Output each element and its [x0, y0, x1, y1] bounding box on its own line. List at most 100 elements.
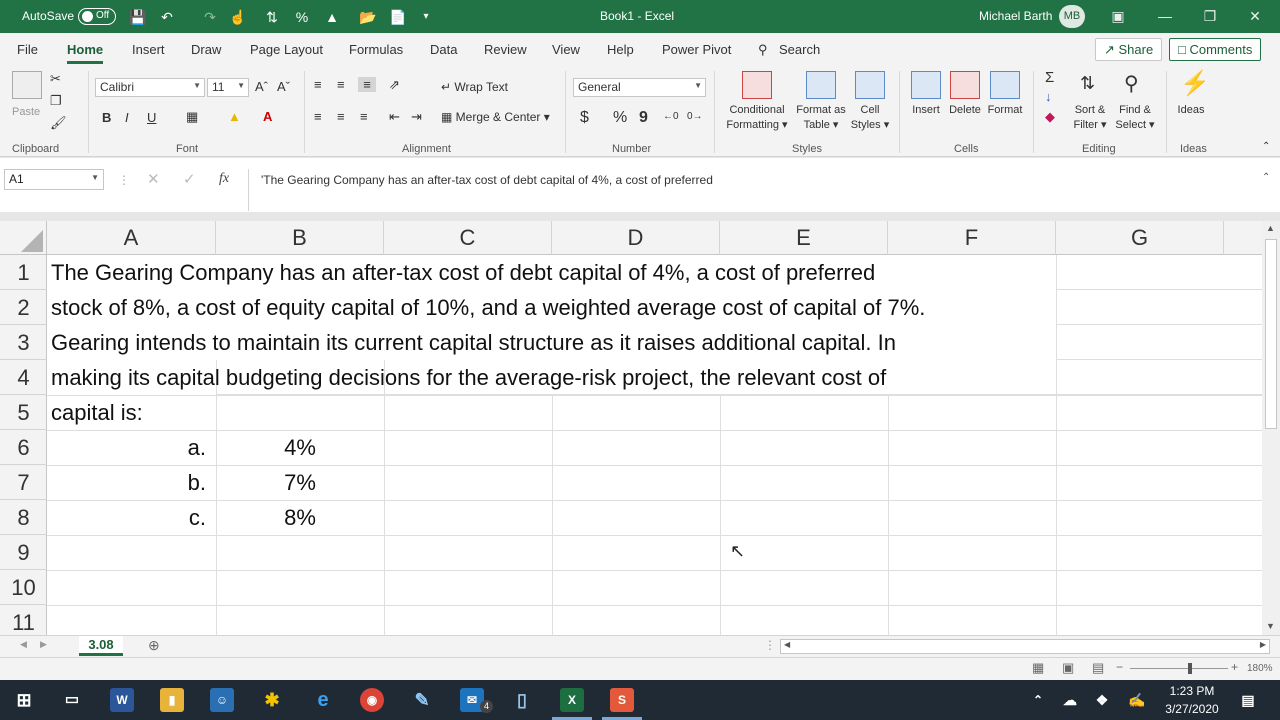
- align-top-icon[interactable]: ≡: [314, 77, 322, 92]
- scroll-left-icon[interactable]: ◀: [784, 640, 790, 649]
- sort-filter-icon[interactable]: ⇅: [1080, 73, 1095, 94]
- tab-home[interactable]: Home: [67, 42, 104, 64]
- file-explorer-icon[interactable]: ▮: [160, 688, 184, 712]
- align-middle-icon[interactable]: ≡: [337, 77, 345, 92]
- insert-function-button[interactable]: fx: [219, 171, 229, 187]
- restore-icon[interactable]: ❐: [1198, 5, 1222, 27]
- cell-a4[interactable]: making its capital budgeting decisions f…: [51, 360, 886, 395]
- zoom-in-icon[interactable]: +: [1231, 660, 1238, 674]
- page-layout-view-icon[interactable]: ▣: [1062, 660, 1074, 676]
- vertical-scrollbar[interactable]: ▲ ▼: [1262, 221, 1280, 635]
- align-right-icon[interactable]: ≡: [360, 109, 368, 124]
- vertical-scroll-thumb[interactable]: [1265, 239, 1277, 429]
- row-header-11[interactable]: 11: [0, 605, 47, 635]
- expand-formula-icon[interactable]: ⌃: [1262, 172, 1270, 183]
- wrap-text-button[interactable]: ↵ Wrap Text: [441, 80, 508, 94]
- fill-color-icon[interactable]: ▲: [322, 7, 342, 27]
- cell-b6[interactable]: 4%: [216, 430, 384, 465]
- cell-a2[interactable]: stock of 8%, a cost of equity capital of…: [51, 290, 925, 325]
- confirm-entry-icon[interactable]: ✓: [183, 170, 196, 188]
- format-cells-button[interactable]: Format: [983, 103, 1027, 118]
- minimize-icon[interactable]: —: [1153, 5, 1177, 27]
- row-header-3[interactable]: 3: [0, 325, 47, 360]
- cell-a8[interactable]: c.: [47, 500, 206, 535]
- cell-styles-icon[interactable]: [855, 71, 885, 99]
- row-header-5[interactable]: 5: [0, 395, 47, 430]
- align-center-icon[interactable]: ≡: [337, 109, 345, 124]
- column-header-f[interactable]: F: [888, 221, 1056, 255]
- notes-icon[interactable]: ▯: [510, 688, 534, 712]
- format-as-table-icon[interactable]: [806, 71, 836, 99]
- column-header-e[interactable]: E: [720, 221, 888, 255]
- touch-mode-icon[interactable]: ☝: [228, 7, 248, 27]
- increase-decimal-icon[interactable]: ←0: [663, 111, 679, 122]
- cell-b7[interactable]: 7%: [216, 465, 384, 500]
- row-header-6[interactable]: 6: [0, 430, 47, 465]
- autosave-toggle[interactable]: Off: [78, 8, 116, 25]
- insert-cells-icon[interactable]: [911, 71, 941, 99]
- column-header-b[interactable]: B: [216, 221, 384, 255]
- sticky-app-icon[interactable]: ✱: [260, 688, 284, 712]
- name-box[interactable]: A1 ▼: [4, 169, 104, 190]
- redo-icon[interactable]: ↷: [200, 7, 220, 27]
- zoom-out-icon[interactable]: −: [1116, 660, 1123, 674]
- insert-cells-button[interactable]: Insert: [906, 103, 946, 118]
- scroll-up-icon[interactable]: ▲: [1266, 223, 1275, 233]
- tab-power-pivot[interactable]: Power Pivot: [662, 42, 731, 57]
- delete-cells-button[interactable]: Delete: [945, 103, 985, 118]
- cut-icon[interactable]: ✂: [50, 71, 61, 87]
- tab-insert[interactable]: Insert: [132, 42, 165, 57]
- tab-help[interactable]: Help: [607, 42, 634, 57]
- paint-icon[interactable]: ✎: [410, 688, 434, 712]
- orientation-icon[interactable]: ⇗: [389, 77, 400, 93]
- outlook-people-icon[interactable]: ☺: [210, 688, 234, 712]
- cell-a6[interactable]: a.: [47, 430, 206, 465]
- excel-icon[interactable]: X: [560, 688, 584, 712]
- tab-file[interactable]: File: [17, 42, 38, 57]
- tab-page-layout[interactable]: Page Layout: [250, 42, 323, 57]
- show-hidden-icons[interactable]: ⌃: [1026, 688, 1050, 712]
- conditional-formatting-icon[interactable]: [742, 71, 772, 99]
- print-preview-icon[interactable]: 📄: [388, 7, 408, 27]
- ribbon-display-icon[interactable]: ▣: [1106, 5, 1130, 27]
- sort-icon[interactable]: ⇅: [262, 7, 282, 27]
- open-folder-icon[interactable]: 📂: [358, 7, 378, 27]
- onedrive-icon[interactable]: ☁: [1058, 688, 1082, 712]
- column-header-c[interactable]: C: [384, 221, 552, 255]
- increase-indent-icon[interactable]: ⇥: [411, 109, 422, 125]
- number-format-combo[interactable]: General ▼: [573, 78, 706, 97]
- format-as-table-button[interactable]: Format as Table ▾: [792, 103, 850, 133]
- comments-button[interactable]: □ Comments: [1169, 38, 1262, 61]
- add-sheet-icon[interactable]: ⊕: [148, 637, 160, 654]
- font-size-combo[interactable]: 11 ▼: [207, 78, 249, 97]
- merge-center-button[interactable]: ▦ Merge & Center ▾: [441, 110, 550, 124]
- ideas-button[interactable]: Ideas: [1174, 103, 1208, 118]
- font-name-combo[interactable]: Calibri ▼: [95, 78, 205, 97]
- fill-color-icon[interactable]: ▲: [228, 109, 241, 124]
- collapse-ribbon-icon[interactable]: ⌃: [1262, 141, 1270, 152]
- tab-review[interactable]: Review: [484, 42, 527, 57]
- worksheet-grid[interactable]: A B C D E F G 1 2 3 4 5 6 7 8 9 10 11 Th…: [0, 221, 1262, 635]
- tab-data[interactable]: Data: [430, 42, 457, 57]
- page-break-view-icon[interactable]: ▤: [1092, 660, 1104, 676]
- cancel-entry-icon[interactable]: ✕: [147, 170, 160, 188]
- conditional-formatting-button[interactable]: Conditional Formatting ▾: [725, 103, 789, 133]
- close-icon[interactable]: ✕: [1243, 5, 1267, 27]
- column-header-d[interactable]: D: [552, 221, 720, 255]
- row-header-2[interactable]: 2: [0, 290, 47, 325]
- save-icon[interactable]: 💾: [128, 7, 148, 27]
- sheet-tab-3-08[interactable]: 3.08: [79, 636, 123, 656]
- clear-icon[interactable]: ◆: [1045, 109, 1055, 125]
- comma-button[interactable]: 9: [639, 109, 648, 127]
- underline-button[interactable]: U: [147, 110, 156, 125]
- edge-icon[interactable]: e: [311, 688, 335, 712]
- grow-font-icon[interactable]: Aˆ: [255, 79, 268, 94]
- next-sheet-icon[interactable]: ▶: [40, 639, 47, 650]
- font-color-icon[interactable]: A: [263, 109, 272, 124]
- percent-icon[interactable]: %: [292, 7, 312, 27]
- shrink-font-icon[interactable]: Aˇ: [277, 79, 290, 94]
- scroll-down-icon[interactable]: ▼: [1266, 621, 1275, 631]
- decrease-indent-icon[interactable]: ⇤: [389, 109, 400, 125]
- paste-label[interactable]: Paste: [12, 105, 40, 120]
- row-header-10[interactable]: 10: [0, 570, 47, 605]
